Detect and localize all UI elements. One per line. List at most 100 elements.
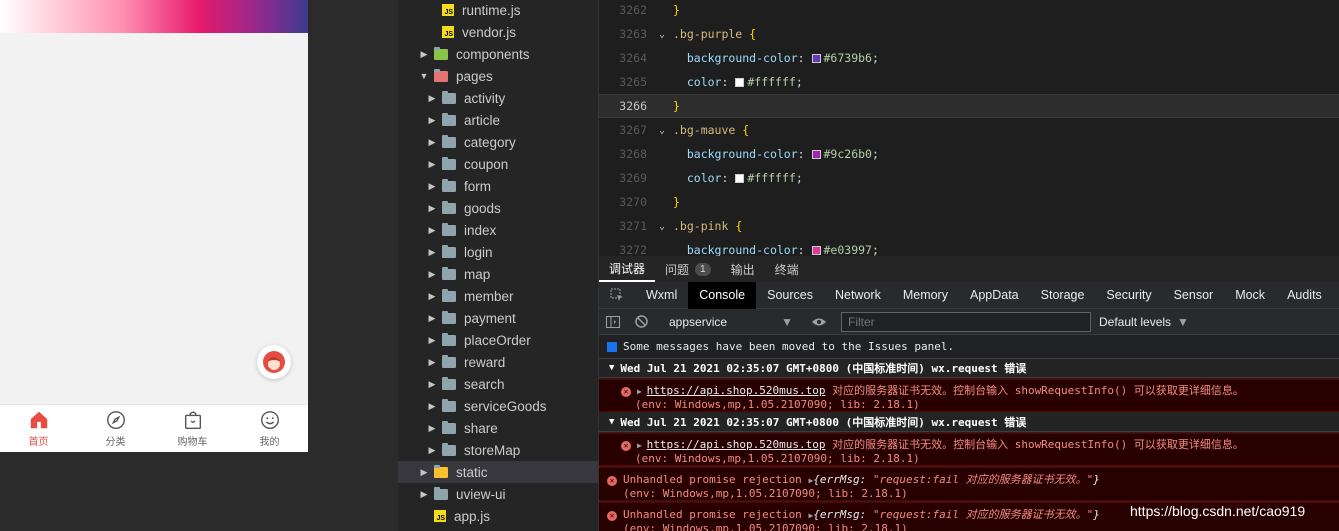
folder-payment[interactable]: ▶ payment bbox=[398, 307, 598, 329]
message-text: Some messages have been moved to the Iss… bbox=[623, 340, 955, 353]
color-swatch-icon[interactable] bbox=[811, 54, 821, 63]
watermark-text: https://blog.csdn.net/cao919 bbox=[1130, 503, 1306, 519]
banner-image[interactable] bbox=[0, 0, 308, 33]
tab-issues[interactable]: 问题 1 bbox=[655, 256, 721, 282]
folder-icon bbox=[442, 178, 456, 192]
file-vendor-js[interactable]: JS vendor.js bbox=[398, 21, 598, 43]
simulator-background bbox=[0, 452, 398, 531]
folder-pages[interactable]: ▼ pages bbox=[398, 65, 598, 87]
tab-cart[interactable]: 购物车 bbox=[154, 405, 231, 452]
css-selector: .bg-pink bbox=[673, 219, 729, 233]
tab-category[interactable]: 分类 bbox=[77, 405, 154, 452]
folder-login[interactable]: ▶ login bbox=[398, 241, 598, 263]
console-filter-input[interactable] bbox=[841, 311, 1091, 332]
tab-wxml[interactable]: Wxml bbox=[635, 282, 688, 309]
code-text: } bbox=[673, 99, 680, 113]
bottom-tab-bar: 首页 分类 购物车 我的 bbox=[0, 404, 308, 452]
folder-label: member bbox=[464, 288, 514, 304]
folder-member[interactable]: ▶ member bbox=[398, 285, 598, 307]
error-link[interactable]: https://api.shop.520mus.top bbox=[647, 438, 826, 451]
log-levels-select[interactable]: Default levels ▼ bbox=[1099, 315, 1189, 329]
tab-sources[interactable]: Sources bbox=[756, 282, 824, 309]
line-number: 3263 bbox=[619, 27, 647, 41]
folder-form[interactable]: ▶ form bbox=[398, 175, 598, 197]
console-info-message: Some messages have been moved to the Iss… bbox=[599, 335, 1339, 359]
file-runtime-js[interactable]: JS runtime.js bbox=[398, 0, 598, 21]
folder-label: reward bbox=[464, 354, 506, 370]
fold-chevron-icon[interactable]: ⌄ bbox=[651, 221, 673, 232]
chevron-right-icon: ▶ bbox=[420, 466, 428, 477]
folder-share[interactable]: ▶ share bbox=[398, 417, 598, 439]
dropdown-arrow-icon: ▼ bbox=[1177, 314, 1189, 329]
tab-storage[interactable]: Storage bbox=[1030, 282, 1096, 309]
code-editor[interactable]: 3262} 3263 ⌄ .bg-purple { 3264 background-… bbox=[599, 0, 1339, 256]
clear-console-icon[interactable] bbox=[627, 309, 655, 335]
file-app-js[interactable]: JS app.js bbox=[398, 505, 598, 527]
tab-console[interactable]: Console bbox=[688, 281, 757, 309]
folder-servicegoods[interactable]: ▶ serviceGoods bbox=[398, 395, 598, 417]
color-swatch-icon[interactable] bbox=[735, 78, 745, 87]
folder-activity[interactable]: ▶ activity bbox=[398, 87, 598, 109]
folder-placeorder[interactable]: ▶ placeOrder bbox=[398, 329, 598, 351]
color-swatch-icon[interactable] bbox=[735, 174, 745, 183]
context-select[interactable]: appservice ▼ bbox=[663, 315, 799, 329]
tab-label: 调试器 bbox=[609, 261, 646, 276]
error-link[interactable]: https://api.shop.520mus.top bbox=[647, 384, 826, 397]
chevron-right-icon: ▶ bbox=[428, 444, 436, 455]
console-group-header[interactable]: ▼ Wed Jul 21 2021 02:35:07 GMT+0800 (中国标… bbox=[599, 413, 1339, 432]
tab-label: Wxml bbox=[646, 288, 678, 302]
chevron-right-icon: ▶ bbox=[428, 136, 436, 147]
tab-security[interactable]: Security bbox=[1095, 282, 1162, 309]
tab-output[interactable]: 输出 bbox=[721, 256, 765, 282]
tab-debugger[interactable]: 调试器 bbox=[599, 256, 656, 282]
folder-storemap[interactable]: ▶ storeMap bbox=[398, 439, 598, 461]
rejection-label: Unhandled promise rejection bbox=[623, 508, 809, 521]
console-rejection-message[interactable]: ✕ Unhandled promise rejection ▶{errMsg: "… bbox=[599, 467, 1339, 501]
eye-icon[interactable] bbox=[805, 309, 833, 335]
console-error-message[interactable]: ✕ ▶ https://api.shop.520mus.top 对应的服务器证书无… bbox=[599, 379, 1339, 412]
chevron-right-icon: ▶ bbox=[428, 422, 436, 433]
folder-components[interactable]: ▶ components bbox=[398, 43, 598, 65]
tab-network[interactable]: Network bbox=[824, 282, 892, 309]
tab-appdata[interactable]: AppData bbox=[959, 282, 1030, 309]
folder-category[interactable]: ▶ category bbox=[398, 131, 598, 153]
css-property: background-color bbox=[686, 243, 798, 256]
tab-audits[interactable]: Audits bbox=[1276, 282, 1333, 309]
folder-uview-ui[interactable]: ▶ uview-ui bbox=[398, 483, 598, 505]
folder-map[interactable]: ▶ map bbox=[398, 263, 598, 285]
tab-memory[interactable]: Memory bbox=[892, 282, 959, 309]
code-line-current: 3266} bbox=[599, 94, 1339, 118]
chevron-down-icon: ▼ bbox=[419, 71, 429, 81]
folder-reward[interactable]: ▶ reward bbox=[398, 351, 598, 373]
folder-label: search bbox=[464, 376, 505, 392]
line-number: 3271 bbox=[619, 219, 647, 233]
folder-label: map bbox=[464, 266, 491, 282]
fold-chevron-icon[interactable]: ⌄ bbox=[651, 125, 673, 136]
tab-sensor[interactable]: Sensor bbox=[1163, 282, 1225, 309]
line-number: 3272 bbox=[619, 243, 647, 256]
tab-mine[interactable]: 我的 bbox=[231, 405, 308, 452]
folder-index[interactable]: ▶ index bbox=[398, 219, 598, 241]
tab-terminal[interactable]: 终端 bbox=[765, 256, 809, 282]
code-text: } bbox=[673, 3, 680, 17]
avatar-float-button[interactable] bbox=[257, 345, 291, 379]
folder-label: static bbox=[456, 464, 488, 480]
tab-home[interactable]: 首页 bbox=[0, 405, 77, 452]
girl-avatar-icon bbox=[263, 351, 285, 373]
tab-label: Console bbox=[699, 288, 746, 302]
sidebar-toggle-icon[interactable] bbox=[599, 309, 627, 335]
folder-search[interactable]: ▶ search bbox=[398, 373, 598, 395]
inspect-element-icon[interactable] bbox=[599, 282, 635, 309]
folder-coupon[interactable]: ▶ coupon bbox=[398, 153, 598, 175]
console-group-header[interactable]: ▼ Wed Jul 21 2021 02:35:07 GMT+0800 (中国标… bbox=[599, 359, 1339, 378]
folder-goods[interactable]: ▶ goods bbox=[398, 197, 598, 219]
color-swatch-icon[interactable] bbox=[811, 246, 821, 255]
tab-mock[interactable]: Mock bbox=[1224, 282, 1276, 309]
folder-icon bbox=[442, 332, 456, 346]
folder-article[interactable]: ▶ article bbox=[398, 109, 598, 131]
color-swatch-icon[interactable] bbox=[811, 150, 821, 159]
chevron-right-icon: ▶ bbox=[428, 92, 436, 103]
console-error-message[interactable]: ✕ ▶ https://api.shop.520mus.top 对应的服务器证书无… bbox=[599, 433, 1339, 466]
folder-static[interactable]: ▶ static bbox=[398, 461, 598, 483]
fold-chevron-icon[interactable]: ⌄ bbox=[651, 29, 673, 40]
